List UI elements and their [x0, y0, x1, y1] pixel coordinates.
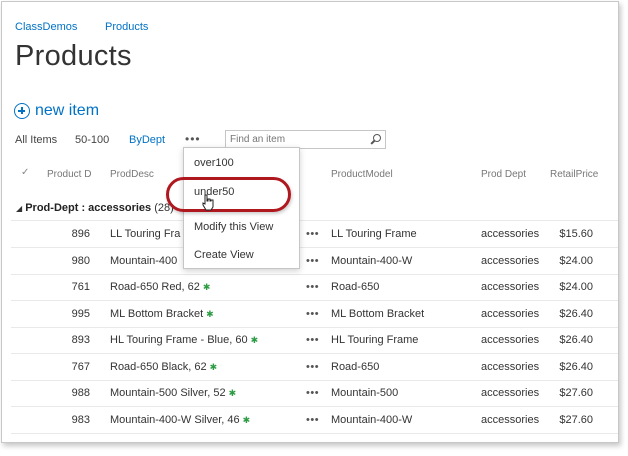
row-product-id: 995 — [71, 308, 90, 320]
col-header-retailprice[interactable]: RetailPrice — [550, 169, 598, 180]
row-prod-dept: accessories — [481, 308, 540, 320]
new-item-badge-icon: ✱ — [206, 309, 214, 319]
row-menu-button[interactable]: ••• — [306, 414, 319, 426]
row-proddesc-link[interactable]: Mountain-400 — [110, 255, 177, 267]
row-productmodel: Mountain-500 — [331, 387, 399, 399]
new-item-badge-icon: ✱ — [209, 362, 218, 372]
new-item-badge-icon: ✱ — [242, 415, 251, 425]
new-item-badge-icon: ✱ — [228, 388, 237, 398]
row-proddesc-link[interactable]: ML Bottom Bracket ✱ — [110, 308, 214, 320]
row-productmodel: Mountain-400-W — [331, 414, 413, 426]
page-title: Products — [15, 40, 132, 72]
row-proddesc-link[interactable]: Road-650 Black, 62 ✱ — [110, 361, 217, 373]
new-item-button[interactable]: new item — [14, 100, 99, 122]
sharepoint-list-page: ClassDemos Products Products new item Al… — [1, 1, 619, 443]
row-menu-button[interactable]: ••• — [306, 308, 319, 320]
view-tab-bydept[interactable]: ByDept — [129, 134, 165, 146]
group-label: Prod-Dept : accessories — [25, 202, 152, 214]
row-product-id: 761 — [71, 281, 90, 293]
row-productmodel: ML Bottom Bracket — [331, 308, 425, 320]
row-retailprice: $26.40 — [559, 334, 593, 346]
row-product-id: 767 — [71, 361, 90, 373]
row-retailprice: $24.00 — [559, 255, 593, 267]
row-retailprice: $15.60 — [559, 228, 593, 240]
select-all-check-icon[interactable]: ✓ — [21, 167, 29, 178]
collapse-triangle-icon[interactable]: ◢ — [16, 204, 22, 213]
row-retailprice: $26.40 — [559, 308, 593, 320]
row-prod-dept: accessories — [481, 334, 540, 346]
row-product-id: 983 — [71, 414, 90, 426]
col-header-proddesc[interactable]: ProdDesc — [110, 169, 154, 180]
row-prod-dept: accessories — [481, 361, 540, 373]
row-divider — [11, 380, 618, 381]
group-header[interactable]: ◢ Prod-Dept : accessories (28) — [16, 202, 174, 214]
row-divider — [11, 274, 618, 275]
row-prod-dept: accessories — [481, 255, 540, 267]
row-product-id: 980 — [71, 255, 90, 267]
row-proddesc-text: LL Touring Fra — [110, 228, 181, 240]
row-retailprice: $24.00 — [559, 281, 593, 293]
row-product-id: 896 — [71, 228, 90, 240]
row-productmodel: Road-650 — [331, 361, 380, 373]
row-productmodel: LL Touring Frame — [331, 228, 417, 240]
row-proddesc-text: Road-650 Red, 62 — [110, 281, 200, 293]
row-proddesc-link[interactable]: Mountain-500 Silver, 52 ✱ — [110, 387, 236, 399]
row-prod-dept: accessories — [481, 387, 540, 399]
row-productmodel: Road-650 — [331, 281, 380, 293]
row-divider — [11, 300, 618, 301]
row-proddesc-text: Mountain-400-W Silver, 46 — [110, 414, 240, 426]
breadcrumb-site[interactable]: ClassDemos — [15, 21, 77, 33]
search-input[interactable] — [226, 134, 370, 145]
hand-cursor-icon — [202, 194, 214, 211]
row-proddesc-text: ML Bottom Bracket — [110, 308, 204, 320]
view-tab-all-items[interactable]: All Items — [15, 134, 57, 146]
highlight-ring — [166, 177, 291, 212]
row-proddesc-text: Mountain-500 Silver, 52 — [110, 387, 226, 399]
row-divider — [11, 327, 618, 328]
row-proddesc-text: HL Touring Frame - Blue, 60 — [110, 334, 248, 346]
row-retailprice: $26.40 — [559, 361, 593, 373]
row-retailprice: $27.60 — [559, 387, 593, 399]
row-menu-button[interactable]: ••• — [306, 387, 319, 399]
views-more-button[interactable]: ••• — [185, 132, 201, 146]
new-item-badge-icon: ✱ — [250, 335, 259, 345]
group-divider — [11, 220, 618, 221]
search-icon[interactable] — [369, 132, 385, 148]
row-menu-button[interactable]: ••• — [306, 255, 319, 267]
row-productmodel: Mountain-400-W — [331, 255, 413, 267]
row-proddesc-link[interactable]: Road-650 Red, 62 ✱ — [110, 281, 210, 293]
col-header-productmodel[interactable]: ProductModel — [331, 169, 393, 180]
row-proddesc-text: Mountain-400 — [110, 255, 178, 267]
view-tab-50-100[interactable]: 50-100 — [75, 134, 109, 146]
row-proddesc-text: Road-650 Black, 62 — [110, 361, 207, 373]
breadcrumb-current[interactable]: Products — [105, 21, 148, 33]
row-menu-button[interactable]: ••• — [306, 361, 319, 373]
menu-item-modify-view[interactable]: Modify this View — [194, 221, 273, 233]
col-header-prod-dept[interactable]: Prod Dept — [481, 169, 526, 180]
row-divider — [11, 247, 618, 248]
row-productmodel: HL Touring Frame — [331, 334, 419, 346]
row-product-id: 893 — [71, 334, 90, 346]
row-prod-dept: accessories — [481, 414, 540, 426]
row-proddesc-link[interactable]: Mountain-400-W Silver, 46 ✱ — [110, 414, 250, 426]
row-prod-dept: accessories — [481, 281, 540, 293]
row-divider — [11, 353, 618, 354]
row-proddesc-link[interactable]: HL Touring Frame - Blue, 60 ✱ — [110, 334, 258, 346]
new-item-badge-icon: ✱ — [202, 282, 211, 292]
col-header-product-id[interactable]: Product D — [47, 169, 91, 180]
row-prod-dept: accessories — [481, 228, 540, 240]
row-menu-button[interactable]: ••• — [306, 281, 319, 293]
row-retailprice: $27.60 — [559, 414, 593, 426]
row-product-id: 988 — [71, 387, 90, 399]
new-item-label: new item — [35, 102, 100, 119]
row-proddesc-link[interactable]: LL Touring Fra — [110, 228, 180, 240]
row-divider — [11, 433, 618, 434]
menu-item-create-view[interactable]: Create View — [194, 249, 254, 261]
add-circle-icon — [14, 103, 30, 119]
row-menu-button[interactable]: ••• — [306, 228, 319, 240]
row-divider — [11, 406, 618, 407]
menu-item-over100[interactable]: over100 — [194, 157, 234, 169]
row-menu-button[interactable]: ••• — [306, 334, 319, 346]
